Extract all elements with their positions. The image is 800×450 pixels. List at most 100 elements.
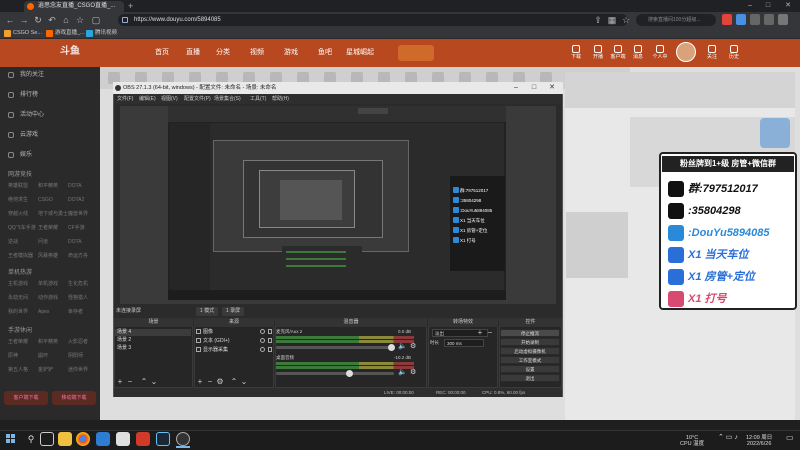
- sidebar-subitem[interactable]: DOTA2: [68, 196, 84, 204]
- undo-icon[interactable]: ↶: [46, 13, 58, 27]
- sidebar-subitem[interactable]: DOTA: [68, 182, 82, 190]
- sidebar-subitem[interactable]: 王者模拟器: [8, 252, 33, 260]
- sidebar-subitem[interactable]: 和平精英: [38, 338, 58, 346]
- speaker-icon[interactable]: 🔈: [398, 343, 407, 351]
- scene-item[interactable]: 场景 3: [115, 345, 191, 352]
- promo-banner[interactable]: [760, 118, 790, 148]
- edge-icon[interactable]: [96, 432, 110, 446]
- duration-input[interactable]: 300 ms: [444, 339, 484, 347]
- douyu-logo[interactable]: 斗鱼: [60, 42, 128, 62]
- close-icon[interactable]: ✕: [780, 0, 796, 12]
- notification-icon[interactable]: ▭: [786, 434, 794, 442]
- source-item[interactable]: 图像: [195, 328, 273, 336]
- sidebar-subitem[interactable]: Apex: [38, 308, 49, 316]
- sidebar-subitem[interactable]: 我的世界: [8, 308, 28, 316]
- obs-taskbar-icon[interactable]: [176, 432, 190, 446]
- source-item[interactable]: 文本 (GDI+): [195, 337, 273, 345]
- virtual-camera-button[interactable]: 启动虚拟摄像机: [500, 347, 560, 355]
- sidebar-subitem[interactable]: QQ飞车手游: [8, 224, 36, 232]
- sidebar-subitem[interactable]: 动作游戏: [38, 294, 58, 302]
- remove-icon[interactable]: −: [206, 378, 214, 386]
- settings-button[interactable]: 设置: [500, 365, 560, 373]
- sidebar-subitem[interactable]: 迷你世界: [68, 366, 88, 374]
- sidebar-item-events[interactable]: 活动中心: [8, 110, 44, 120]
- star-icon[interactable]: ☆: [620, 13, 632, 27]
- nav-live[interactable]: 直播: [186, 46, 200, 60]
- menu-view[interactable]: 视图(V): [161, 95, 178, 103]
- sidebar-item-entertainment[interactable]: 娱乐: [8, 150, 32, 160]
- sidebar-subitem[interactable]: 单机游戏: [38, 280, 58, 288]
- obs-minimize-icon[interactable]: –: [510, 82, 522, 94]
- new-tab-button[interactable]: +: [128, 1, 138, 11]
- exit-button[interactable]: 退出: [500, 374, 560, 382]
- sidebar-subitem[interactable]: 生化危机: [68, 280, 88, 288]
- sidebar-subitem[interactable]: 幸存者: [68, 308, 83, 316]
- task-view-icon[interactable]: [40, 432, 54, 446]
- nav-yuba[interactable]: 鱼吧: [318, 46, 332, 60]
- header-follow-icon[interactable]: 关注: [704, 43, 720, 63]
- sidebar-subitem[interactable]: 火影忍者: [68, 338, 88, 346]
- sidebar-item-rank[interactable]: 排行榜: [8, 90, 38, 100]
- nav-home[interactable]: 首页: [155, 46, 169, 60]
- forward-icon[interactable]: →: [18, 13, 30, 27]
- sidebar-subitem[interactable]: 阴阳师: [68, 352, 83, 360]
- client-download-button[interactable]: 客户端下载: [4, 391, 48, 405]
- volume-slider[interactable]: [276, 370, 394, 377]
- extension-icon[interactable]: [736, 14, 746, 25]
- back-icon[interactable]: ←: [4, 13, 16, 27]
- sidebar-subitem[interactable]: 逆战: [8, 238, 18, 246]
- sidebar-subitem[interactable]: 和平精英: [38, 182, 58, 190]
- header-download-icon[interactable]: 下载: [568, 43, 584, 63]
- maximize-icon[interactable]: □: [760, 0, 776, 12]
- sidebar-subitem[interactable]: CF手游: [68, 224, 85, 232]
- file-explorer-icon[interactable]: [58, 432, 72, 446]
- obs-close-icon[interactable]: ✕: [546, 82, 558, 94]
- sidebar-subitem[interactable]: 王者荣耀: [38, 224, 58, 232]
- more-icon[interactable]: [778, 14, 788, 25]
- add-icon[interactable]: +: [116, 378, 124, 386]
- menu-profile[interactable]: 配置文件(P): [184, 95, 211, 103]
- sidebar-subitem[interactable]: 第五人格: [8, 366, 28, 374]
- nav-games[interactable]: 游戏: [284, 46, 298, 60]
- move-down-icon[interactable]: ⌄: [150, 378, 158, 386]
- badge-mode[interactable]: 1 模式: [196, 307, 218, 316]
- home-icon[interactable]: ⌂: [60, 13, 72, 27]
- stop-streaming-button[interactable]: 停止推流: [500, 329, 560, 337]
- mobile-download-button[interactable]: 移动端下载: [52, 391, 96, 405]
- sidebar-subitem[interactable]: 怪物猎人: [68, 294, 88, 302]
- gear-icon[interactable]: ⚙: [216, 378, 224, 386]
- bookmark-item[interactable]: 腾讯视频: [86, 29, 117, 38]
- sidebar-subitem[interactable]: 金铲铲: [38, 366, 53, 374]
- gear-icon[interactable]: ⚙: [410, 369, 418, 377]
- add-icon[interactable]: +: [196, 378, 204, 386]
- windows-start-icon[interactable]: [6, 434, 16, 444]
- menu-help[interactable]: 帮助(H): [272, 95, 289, 103]
- download-icon[interactable]: [764, 14, 774, 25]
- sidebar-subitem[interactable]: 原神: [8, 352, 18, 360]
- studio-mode-button[interactable]: 工作室模式: [500, 356, 560, 364]
- nav-video[interactable]: 视频: [250, 46, 264, 60]
- move-up-icon[interactable]: ⌃: [230, 378, 238, 386]
- sidebar-subitem[interactable]: 崩坏: [38, 352, 48, 360]
- file-icon[interactable]: ▢: [90, 13, 102, 27]
- bookmark-star-icon[interactable]: ☆: [74, 13, 86, 27]
- sidebar-subitem[interactable]: 绝地求生: [8, 196, 28, 204]
- bookmark-item[interactable]: 游戏直播_...: [46, 29, 85, 38]
- header-history2-icon[interactable]: 历史: [726, 43, 742, 63]
- browser-tab[interactable]: 逍思念友直播_CSGO直播_...: [24, 1, 124, 12]
- sidebar-subitem[interactable]: 问道: [38, 238, 48, 246]
- sidebar-subitem[interactable]: 地下城与勇士: [38, 210, 68, 218]
- menu-scene-collection[interactable]: 场景集合(S): [214, 95, 241, 103]
- share-icon[interactable]: ⇪: [592, 13, 604, 27]
- start-recording-button[interactable]: 开始录制: [500, 338, 560, 346]
- menu-icon[interactable]: [750, 14, 760, 25]
- speaker-icon[interactable]: 🔈: [398, 369, 407, 377]
- app-icon[interactable]: [116, 432, 130, 446]
- sidebar-subitem[interactable]: 风暴英雄: [38, 252, 58, 260]
- header-client-icon[interactable]: 客户端: [610, 43, 626, 63]
- chrome-icon[interactable]: [76, 432, 90, 446]
- volume-slider[interactable]: [276, 344, 395, 351]
- sidebar-subitem[interactable]: DOTA: [68, 238, 82, 246]
- sidebar-subitem[interactable]: 魔兽世界: [68, 210, 88, 218]
- header-history-icon[interactable]: 个人中心: [652, 43, 668, 88]
